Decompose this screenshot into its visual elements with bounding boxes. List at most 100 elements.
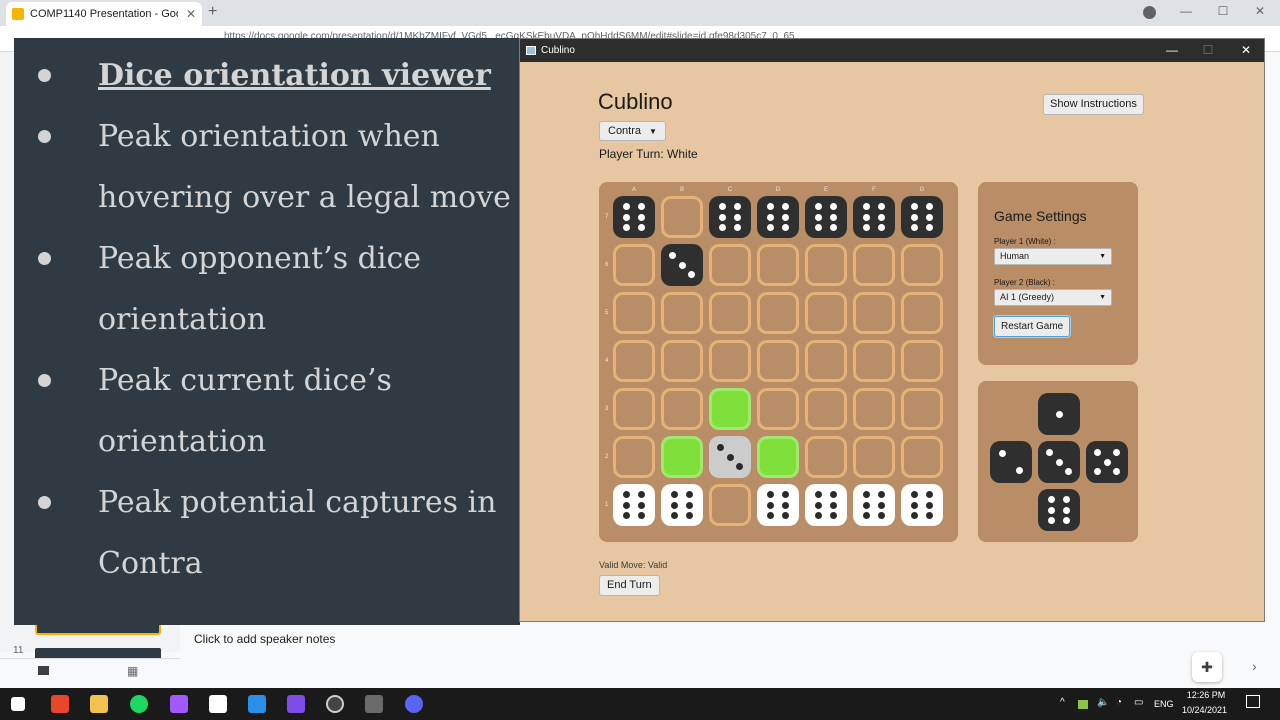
black-die[interactable] bbox=[661, 244, 703, 286]
restart-game-button[interactable]: Restart Game bbox=[994, 316, 1071, 337]
windows-start-icon[interactable] bbox=[11, 697, 25, 711]
white-die[interactable] bbox=[661, 484, 703, 526]
board-cell-empty[interactable] bbox=[805, 436, 847, 478]
explore-button[interactable]: ✚ bbox=[1192, 652, 1222, 682]
black-die[interactable] bbox=[613, 196, 655, 238]
board-cell-empty[interactable] bbox=[853, 436, 895, 478]
selected-die[interactable] bbox=[709, 436, 751, 478]
tab-close-icon[interactable]: ✕ bbox=[186, 7, 196, 21]
file-explorer-icon[interactable] bbox=[90, 695, 108, 713]
browser-minimize-button[interactable]: — bbox=[1176, 4, 1196, 18]
browser-tab[interactable]: COMP1140 Presentation - Google Sli ✕ bbox=[6, 2, 202, 26]
notion-icon[interactable] bbox=[209, 695, 227, 713]
board-cell-empty[interactable] bbox=[709, 292, 751, 334]
brave-icon[interactable] bbox=[51, 695, 69, 713]
black-die[interactable] bbox=[901, 196, 943, 238]
volume-icon[interactable]: 🔈 bbox=[1097, 697, 1109, 708]
discord-icon[interactable] bbox=[405, 695, 423, 713]
new-tab-button[interactable]: + bbox=[208, 3, 217, 21]
die-pip bbox=[1047, 506, 1055, 514]
slide-thumbnail[interactable] bbox=[35, 648, 161, 658]
player2-select[interactable]: AI 1 (Greedy) ▼ bbox=[994, 289, 1112, 306]
close-button[interactable]: ✕ bbox=[1234, 43, 1258, 57]
grid-view-icon[interactable]: ▦ bbox=[127, 664, 138, 678]
board-cell-legal-move[interactable] bbox=[709, 388, 751, 430]
profile-icon[interactable] bbox=[1143, 6, 1156, 19]
bullet-dot-icon bbox=[38, 252, 51, 265]
board-cell-empty[interactable] bbox=[661, 388, 703, 430]
board-cell-empty[interactable] bbox=[805, 292, 847, 334]
board-cell-empty[interactable] bbox=[709, 340, 751, 382]
notification-icon[interactable] bbox=[1246, 695, 1260, 708]
board-cell-empty[interactable] bbox=[853, 244, 895, 286]
board-cell-empty[interactable] bbox=[901, 292, 943, 334]
player1-select[interactable]: Human ▼ bbox=[994, 248, 1112, 265]
board-cell-empty[interactable] bbox=[613, 388, 655, 430]
speaker-notes[interactable]: Click to add speaker notes bbox=[194, 632, 335, 646]
browser-maximize-button[interactable]: ☐ bbox=[1213, 4, 1233, 18]
spotify-icon[interactable] bbox=[130, 695, 148, 713]
end-turn-button[interactable]: End Turn bbox=[599, 575, 660, 596]
white-die[interactable] bbox=[757, 484, 799, 526]
white-die[interactable] bbox=[805, 484, 847, 526]
white-die[interactable] bbox=[901, 484, 943, 526]
battery-icon[interactable]: ▭ bbox=[1134, 697, 1143, 708]
tray-app-icon[interactable] bbox=[1078, 700, 1088, 709]
die-pip bbox=[766, 203, 774, 211]
die-pip bbox=[910, 501, 918, 509]
black-die[interactable] bbox=[805, 196, 847, 238]
language-indicator[interactable]: ENG bbox=[1154, 699, 1174, 709]
filmstrip-view-icon[interactable] bbox=[38, 666, 49, 675]
board-cell-empty[interactable] bbox=[901, 436, 943, 478]
board-cell-empty[interactable] bbox=[613, 436, 655, 478]
board-cell-empty[interactable] bbox=[661, 340, 703, 382]
board-cell-empty[interactable] bbox=[805, 244, 847, 286]
intellij-icon[interactable] bbox=[287, 695, 305, 713]
board-cell-empty[interactable] bbox=[613, 244, 655, 286]
obs-icon[interactable] bbox=[326, 695, 344, 713]
board-cell-legal-move[interactable] bbox=[757, 436, 799, 478]
row-label: 4 bbox=[605, 358, 609, 364]
board-cell-empty[interactable] bbox=[853, 388, 895, 430]
browser-close-button[interactable]: ✕ bbox=[1250, 4, 1270, 18]
die-pip bbox=[814, 491, 822, 499]
board-cell-empty[interactable] bbox=[661, 292, 703, 334]
board-cell-empty[interactable] bbox=[853, 340, 895, 382]
chevron-right-icon[interactable]: › bbox=[1252, 658, 1257, 674]
white-die[interactable] bbox=[853, 484, 895, 526]
bullet-item: Peak potential captures in bbox=[14, 472, 520, 533]
java-app-icon[interactable] bbox=[365, 695, 383, 713]
black-die[interactable] bbox=[709, 196, 751, 238]
board-cell-empty[interactable] bbox=[901, 340, 943, 382]
board-cell-empty[interactable] bbox=[709, 484, 751, 526]
board-cell-empty[interactable] bbox=[613, 292, 655, 334]
board-cell-empty[interactable] bbox=[901, 244, 943, 286]
bullet-text: Peak current dice’s bbox=[98, 363, 392, 398]
board-cell-empty[interactable] bbox=[757, 388, 799, 430]
board-cell-empty[interactable] bbox=[853, 292, 895, 334]
vscode-icon[interactable] bbox=[248, 695, 266, 713]
board-cell-empty[interactable] bbox=[661, 196, 703, 238]
game-mode-select[interactable]: Contra ▼ bbox=[599, 121, 666, 141]
white-die[interactable] bbox=[613, 484, 655, 526]
black-die[interactable] bbox=[853, 196, 895, 238]
board-cell-empty[interactable] bbox=[805, 388, 847, 430]
clock-time[interactable]: 12:26 PM bbox=[1186, 690, 1226, 700]
board-cell-legal-move[interactable] bbox=[661, 436, 703, 478]
board-cell-empty[interactable] bbox=[709, 244, 751, 286]
black-die[interactable] bbox=[757, 196, 799, 238]
minimize-button[interactable]: — bbox=[1160, 43, 1184, 57]
die-pip bbox=[862, 491, 870, 499]
figma-icon[interactable] bbox=[170, 695, 188, 713]
network-icon[interactable]: ◔ bbox=[1116, 697, 1122, 708]
board-cell-empty[interactable] bbox=[757, 244, 799, 286]
board-cell-empty[interactable] bbox=[901, 388, 943, 430]
board-cell-empty[interactable] bbox=[613, 340, 655, 382]
board-cell-empty[interactable] bbox=[757, 340, 799, 382]
board-cell-empty[interactable] bbox=[757, 292, 799, 334]
show-instructions-button[interactable]: Show Instructions bbox=[1043, 94, 1144, 115]
clock-date[interactable]: 10/24/2021 bbox=[1182, 705, 1227, 715]
tray-chevron-icon[interactable]: ^ bbox=[1060, 697, 1065, 708]
board-cell-empty[interactable] bbox=[805, 340, 847, 382]
maximize-button[interactable]: ☐ bbox=[1196, 43, 1220, 57]
